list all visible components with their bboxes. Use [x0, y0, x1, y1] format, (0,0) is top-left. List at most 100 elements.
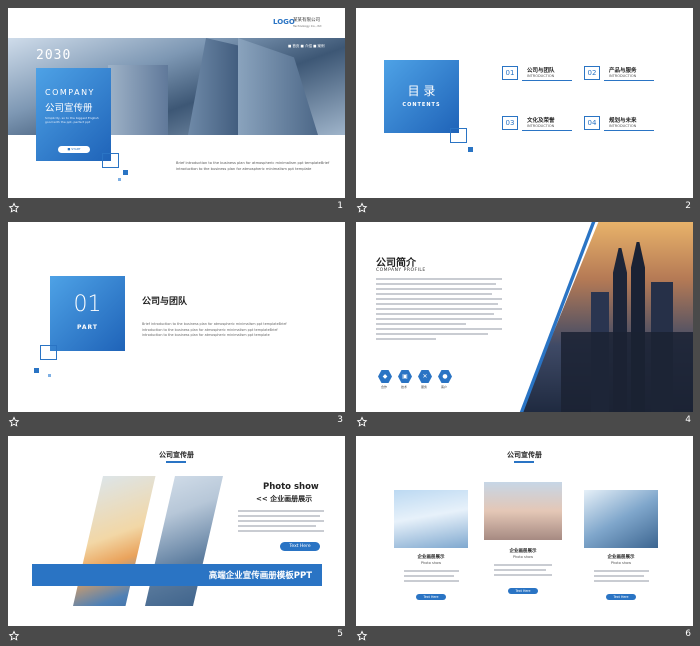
year-label: 2030: [36, 48, 72, 63]
card-subtitle: Photo show: [512, 555, 534, 559]
deco-square: [40, 345, 57, 360]
icon-label: 技术: [401, 385, 408, 389]
deco-dot-small: [118, 178, 121, 181]
slide-title: 公司宣传册: [507, 451, 542, 459]
contents-heading-cn: 目 录: [407, 84, 436, 98]
toc-number: 04: [584, 116, 600, 130]
tools-icon[interactable]: ✕: [418, 370, 432, 383]
profile-title-cn: 公司简介: [376, 258, 416, 269]
card-title: 企业画册展示: [607, 555, 635, 560]
deco-square: [450, 128, 467, 143]
slide-4-canvas: 公司简介 COMPANY PROFILE ◆ ▣ ✕ ● 合作 技术 服务 客户: [356, 222, 693, 412]
card-text: [404, 570, 459, 585]
slide-number: 6: [685, 629, 691, 639]
toc-title: 公司与团队: [527, 68, 555, 74]
part-number: 01: [73, 292, 102, 317]
deco-dot: [123, 170, 128, 175]
banner-bar: 高端企业宣传画册模板PPT: [32, 564, 322, 586]
part-card: 01 PART: [50, 276, 125, 351]
title-desc: Simplicity, so to the biggest English go…: [45, 116, 99, 124]
deco-dot: [34, 368, 39, 373]
toc-item-2[interactable]: 02 产品与服务 INTRODUCTION: [584, 66, 654, 85]
glass-tower-photo: [584, 490, 658, 548]
slide-thumbnail-2[interactable]: 目 录 CONTENTS 01 公司与团队 INTRODUCTION 02 产品…: [356, 8, 693, 220]
toc-item-3[interactable]: 03 文化及荣誉 INTRODUCTION: [502, 116, 572, 135]
slide-number: 2: [685, 201, 691, 211]
star-icon[interactable]: [8, 202, 20, 214]
logo-text: LOGO: [273, 18, 295, 26]
toc-item-4[interactable]: 04 规划与未来 INTRODUCTION: [584, 116, 654, 135]
chat-icon[interactable]: ●: [438, 370, 452, 383]
bridge-photo: [394, 490, 468, 548]
toc-number: 01: [502, 66, 518, 80]
title-en: COMPANY: [45, 88, 95, 97]
slide-thumbnail-3[interactable]: 01 PART 公司与团队 Brief introduction to the …: [8, 222, 345, 434]
deco-dot-small: [48, 374, 51, 377]
slide-6-canvas: 公司宣传册 企业画册展示 Photo show Text Here 企业画册展示…: [356, 436, 693, 626]
profile-title-en: COMPANY PROFILE: [376, 268, 426, 273]
contents-card: 目 录 CONTENTS: [384, 60, 459, 133]
slide-4-bar: 4: [356, 412, 693, 434]
card-button[interactable]: Text Here: [508, 588, 538, 594]
toc-title: 产品与服务: [609, 68, 637, 74]
profile-text-block: [376, 278, 502, 343]
card-text: [594, 570, 649, 585]
slide-3-canvas: 01 PART 公司与团队 Brief introduction to the …: [8, 222, 345, 412]
title-cn: 公司宣传册: [45, 103, 93, 114]
toc-subtitle: INTRODUCTION: [609, 124, 637, 128]
card-title: 企业画册展示: [509, 549, 537, 554]
star-icon[interactable]: [8, 630, 20, 642]
toc-number: 03: [502, 116, 518, 130]
handshake-icon[interactable]: ◆: [378, 370, 392, 383]
photo-show-text: [238, 510, 324, 535]
slide-number: 3: [337, 415, 343, 425]
slide-6-bar: 6: [356, 626, 693, 646]
monitor-icon[interactable]: ▣: [398, 370, 412, 383]
slide-2-bar: 2: [356, 198, 693, 220]
slide-thumbnail-6[interactable]: 公司宣传册 企业画册展示 Photo show Text Here 企业画册展示…: [356, 436, 693, 646]
title-underline: [166, 461, 186, 463]
section-title: 公司与团队: [142, 297, 188, 307]
slide-number: 4: [685, 415, 691, 425]
title-underline: [514, 461, 534, 463]
slide-title: 公司宣传册: [159, 451, 194, 459]
toc-subtitle: INTRODUCTION: [527, 124, 555, 128]
slide-1-bar: 1: [8, 198, 345, 220]
deco-dot: [468, 147, 473, 152]
banner-text: 高端企业宣传画册模板PPT: [208, 571, 312, 581]
card-subtitle: Photo show: [420, 561, 442, 565]
card-text: [494, 564, 552, 579]
slide-thumbnail-5[interactable]: 公司宣传册 高端企业宣传画册模板PPT Photo show << 企业画册展示…: [8, 436, 345, 646]
company-name-cn: 某某有限公司: [293, 18, 320, 23]
slide-5-canvas: 公司宣传册 高端企业宣传画册模板PPT Photo show << 企业画册展示…: [8, 436, 345, 626]
slide-number: 5: [337, 629, 343, 639]
part-label: PART: [77, 324, 98, 331]
photo-show-subtitle: << 企业画册展示: [256, 495, 313, 503]
slide-number: 1: [337, 201, 343, 211]
city-skyline-photo: [521, 222, 693, 412]
slide-thumbnail-1[interactable]: LOGO 某某有限公司 Technology Co., ltd ■ 首页 ■ 介…: [8, 8, 345, 220]
star-icon[interactable]: [356, 202, 368, 214]
toc-number: 02: [584, 66, 600, 80]
top-nav[interactable]: ■ 首页 ■ 介绍 ■ 案例: [288, 44, 324, 49]
card-button[interactable]: Text Here: [606, 594, 636, 600]
slide-thumbnail-4[interactable]: 公司简介 COMPANY PROFILE ◆ ▣ ✕ ● 合作 技术 服务 客户…: [356, 222, 693, 434]
toc-item-1[interactable]: 01 公司与团队 INTRODUCTION: [502, 66, 572, 85]
star-icon[interactable]: [356, 630, 368, 642]
icon-label: 服务: [421, 385, 428, 389]
icon-label: 合作: [381, 385, 388, 389]
photo-show-heading: Photo show: [263, 482, 319, 492]
contents-heading-en: CONTENTS: [402, 102, 441, 108]
section-body: Brief introduction to the business plan …: [142, 322, 287, 337]
intro-text: Brief introduction to the business plan …: [176, 161, 330, 171]
toc-title: 规划与未来: [609, 118, 637, 124]
star-icon[interactable]: [8, 416, 20, 428]
slide-2-canvas: 目 录 CONTENTS 01 公司与团队 INTRODUCTION 02 产品…: [356, 8, 693, 198]
card-button[interactable]: Text Here: [416, 594, 446, 600]
toc-title: 文化及荣誉: [527, 118, 555, 124]
start-button[interactable]: ■ START: [58, 146, 90, 153]
text-here-button[interactable]: Text Here: [280, 542, 320, 551]
card-subtitle: Photo show: [610, 561, 632, 565]
star-icon[interactable]: [356, 416, 368, 428]
icon-label: 客户: [441, 385, 448, 389]
